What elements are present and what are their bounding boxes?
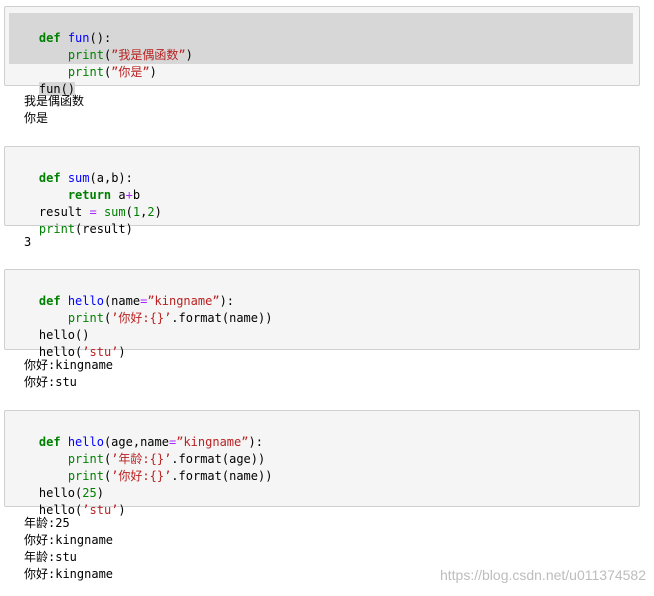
string-literal: ’stu’	[82, 503, 119, 517]
builtin-print: print	[38, 222, 76, 236]
code-line: hello(’stu’)	[38, 503, 126, 517]
output-line: 3	[24, 235, 32, 249]
code-line: print(’年龄:{}’.format(age))	[67, 452, 266, 466]
output-line: 你好:kingname	[24, 533, 114, 547]
string-literal: ’你好:{}’	[111, 469, 172, 483]
output-line: 你好:stu	[24, 375, 77, 389]
code-line: fun()	[10, 64, 76, 96]
string-literal: ”你是”	[111, 65, 150, 79]
code-line: def hello(name=”kingname”):	[38, 294, 235, 308]
code-line: hello()	[38, 328, 90, 342]
code-line: hello(25)	[38, 486, 104, 500]
code-line: hello(’stu’)	[38, 345, 126, 359]
code-cell-3[interactable]: def hello(name=”kingname”): print(’你好:{}…	[4, 269, 640, 359]
number-literal: 2	[147, 205, 155, 219]
output-line: 我是偶函数	[24, 94, 85, 108]
code-cell-4[interactable]: def hello(age,name=”kingname”): print(’年…	[4, 410, 640, 517]
watermark: https://blog.csdn.net/u011374582	[439, 567, 646, 583]
code-line: result = sum(1,2)	[38, 205, 162, 219]
code-cell-2[interactable]: def sum(a,b): return a+b result = sum(1,…	[4, 146, 640, 236]
output-line: 你好:kingname	[24, 358, 114, 372]
code-cell-1[interactable]: def fun(): print(”我是偶函数”) print(”你是”) fu…	[4, 6, 640, 96]
code-line: print(”你是”)	[67, 65, 157, 79]
code-line: print(’你好:{}’.format(name))	[67, 469, 273, 483]
code-line: print(result)	[38, 222, 133, 236]
output-line: 年龄:25	[24, 516, 70, 530]
string-literal: ’你好:{}’	[111, 311, 172, 325]
output-line: 你是	[24, 111, 49, 125]
output-line: 你好:kingname	[24, 567, 114, 581]
code-line: def sum(a,b):	[38, 171, 133, 185]
code-line: def hello(age,name=”kingname”):	[38, 435, 263, 449]
code-line: def fun():	[38, 31, 112, 45]
code-line: print(”我是偶函数”)	[67, 48, 193, 62]
code-line: print(’你好:{}’.format(name))	[67, 311, 273, 325]
output-line: 年龄:stu	[24, 550, 77, 564]
code-line: return a+b	[67, 188, 141, 202]
